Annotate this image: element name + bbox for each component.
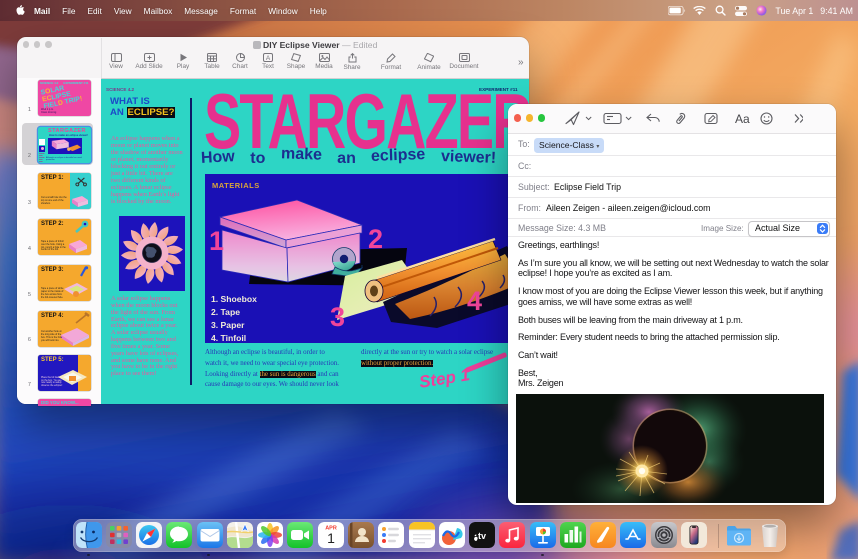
svg-text:Aa: Aa	[735, 112, 750, 126]
svg-text:tv: tv	[478, 531, 486, 541]
svg-text:1: 1	[327, 530, 335, 546]
svg-text:MATERIALS: MATERIALS	[212, 181, 260, 190]
svg-text:1: 1	[209, 226, 224, 256]
svg-text:A: A	[266, 55, 271, 62]
svg-text:4. Tinfoil: 4. Tinfoil	[211, 333, 246, 343]
svg-text:3. Paper: 3. Paper	[211, 320, 245, 330]
svg-text:2: 2	[368, 224, 383, 254]
svg-text:2. Tape: 2. Tape	[211, 307, 240, 317]
svg-text:3: 3	[330, 302, 345, 332]
svg-text:1. Shoebox: 1. Shoebox	[211, 294, 257, 304]
svg-text:4: 4	[467, 286, 482, 316]
